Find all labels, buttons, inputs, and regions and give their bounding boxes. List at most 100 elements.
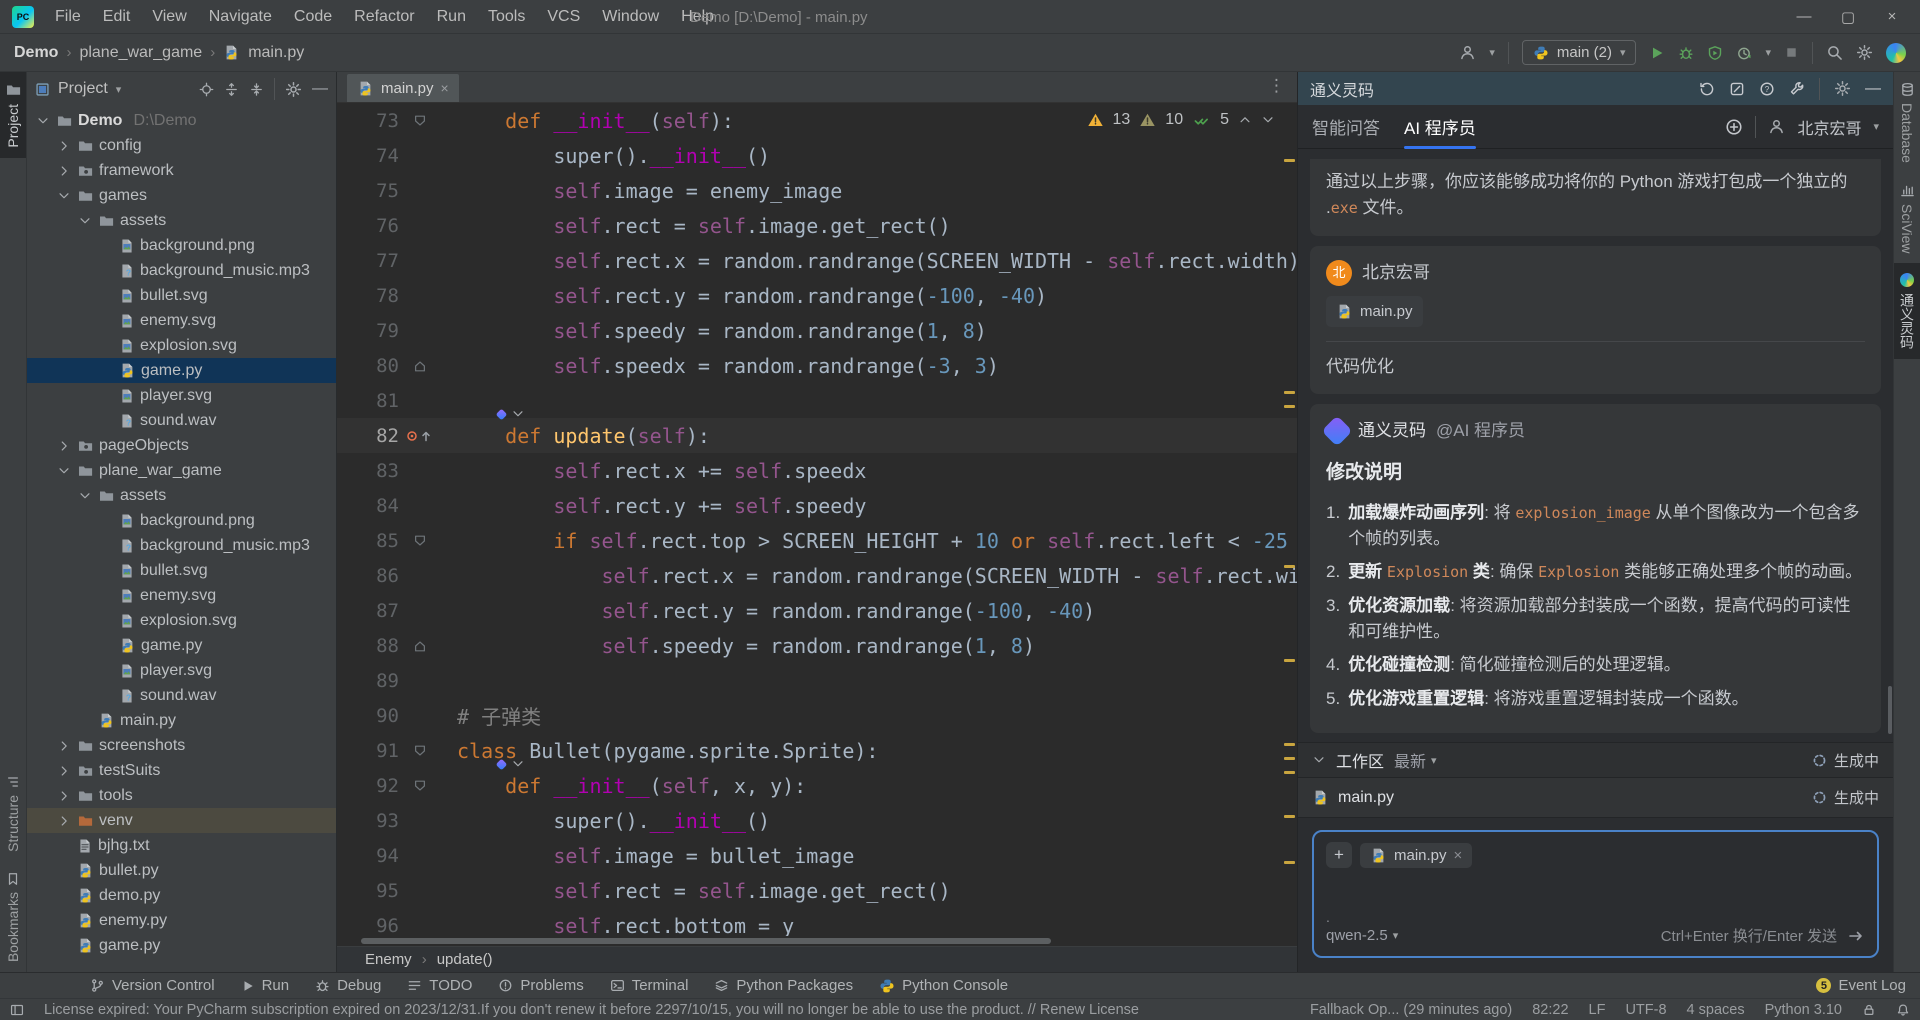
- menu-refactor[interactable]: Refactor: [343, 0, 425, 34]
- chevron-down-icon[interactable]: [35, 114, 51, 128]
- tool-button-todo[interactable]: TODO: [407, 977, 472, 994]
- tree-item-bjhg-txt[interactable]: bjhg.txt: [27, 833, 336, 858]
- editor-tab-main-py[interactable]: main.py ×: [347, 74, 459, 102]
- code-line-78[interactable]: 78 self.rect.y = random.randrange(-100, …: [337, 278, 1297, 313]
- lock-icon[interactable]: [1862, 1003, 1876, 1017]
- tree-item-player-svg[interactable]: player.svg: [27, 658, 336, 683]
- panel-scrollbar[interactable]: [1888, 686, 1892, 734]
- code-line-91[interactable]: 91class Bullet(pygame.sprite.Sprite):: [337, 733, 1297, 768]
- code-line-87[interactable]: 87 self.rect.y = random.randrange(-100, …: [337, 593, 1297, 628]
- debug-button[interactable]: [1678, 45, 1694, 61]
- collapse-all-icon[interactable]: [249, 82, 264, 97]
- code-line-86[interactable]: 86 self.rect.x = random.randrange(SCREEN…: [337, 558, 1297, 593]
- event-log-button[interactable]: 5 Event Log: [1816, 977, 1906, 994]
- line-number[interactable]: 94: [337, 845, 403, 867]
- minimize-button[interactable]: —: [1782, 0, 1826, 34]
- tree-item-player-svg[interactable]: player.svg: [27, 383, 336, 408]
- line-number[interactable]: 90: [337, 705, 403, 727]
- tree-item-bullet-svg[interactable]: bullet.svg: [27, 283, 336, 308]
- fold-down-icon[interactable]: [403, 114, 437, 128]
- tree-item-game-py[interactable]: game.py: [27, 933, 336, 958]
- menu-navigate[interactable]: Navigate: [198, 0, 283, 34]
- tree-item-enemy-svg[interactable]: enemy.svg: [27, 308, 336, 333]
- tool-tab-bookmarks[interactable]: Bookmarks: [0, 862, 26, 972]
- project-view-dropdown[interactable]: ▾: [116, 83, 122, 96]
- tool-button-version-control[interactable]: Version Control: [90, 977, 215, 994]
- chevron-right-icon[interactable]: [56, 164, 72, 178]
- code-line-81[interactable]: 81: [337, 383, 1297, 418]
- tree-item-background-music-mp3[interactable]: ?background_music.mp3: [27, 258, 336, 283]
- chevron-down-icon[interactable]: [56, 189, 72, 203]
- line-number[interactable]: 75: [337, 180, 403, 202]
- code-line-84[interactable]: 84 self.rect.y += self.speedy: [337, 488, 1297, 523]
- line-number[interactable]: 93: [337, 810, 403, 832]
- tree-item-bullet-svg[interactable]: bullet.svg: [27, 558, 336, 583]
- code-line-88[interactable]: 88 self.speedy = random.randrange(1, 8): [337, 628, 1297, 663]
- prev-problem-icon[interactable]: [1238, 113, 1252, 127]
- tree-item-config[interactable]: config: [27, 133, 336, 158]
- tool-button-problems[interactable]: Problems: [498, 977, 583, 994]
- code-line-94[interactable]: 94 self.image = bullet_image: [337, 838, 1297, 873]
- new-chat-icon[interactable]: [1729, 81, 1745, 97]
- code-editor[interactable]: 13 10 5 73 def __init__(self):74 super()…: [337, 103, 1297, 936]
- line-number[interactable]: 77: [337, 250, 403, 272]
- assistant-settings-icon[interactable]: [1834, 80, 1851, 97]
- close-tab-icon[interactable]: ×: [441, 80, 449, 96]
- add-context-button[interactable]: +: [1326, 842, 1352, 868]
- code-line-82[interactable]: 82 def update(self):: [337, 418, 1297, 453]
- tree-item-main-py[interactable]: main.py: [27, 708, 336, 733]
- tree-item-screenshots[interactable]: screenshots: [27, 733, 336, 758]
- lingma-inline-action[interactable]: [495, 757, 525, 771]
- breadcrumb-item[interactable]: plane_war_game: [79, 44, 202, 62]
- breadcrumb-item[interactable]: update(): [437, 951, 493, 968]
- line-number[interactable]: 86: [337, 565, 403, 587]
- line-number[interactable]: 89: [337, 670, 403, 692]
- tree-item-demo[interactable]: DemoD:\Demo: [27, 108, 336, 133]
- license-message[interactable]: License expired: Your PyCharm subscripti…: [44, 1002, 1139, 1018]
- workspace-bar[interactable]: 工作区 最新▾ 生成中: [1298, 742, 1893, 778]
- code-line-76[interactable]: 76 self.rect = self.image.get_rect(): [337, 208, 1297, 243]
- tree-item-venv[interactable]: venv: [27, 808, 336, 833]
- breadcrumb-item[interactable]: Enemy: [365, 951, 412, 968]
- line-separator[interactable]: LF: [1589, 1002, 1606, 1018]
- editor-options-icon[interactable]: ⋮: [1268, 76, 1297, 102]
- tool-button-python-packages[interactable]: Python Packages: [714, 977, 853, 994]
- tree-item-demo-py[interactable]: demo.py: [27, 883, 336, 908]
- line-number[interactable]: 96: [337, 915, 403, 937]
- line-number[interactable]: 80: [337, 355, 403, 377]
- model-select[interactable]: qwen-2.5▾: [1326, 927, 1398, 944]
- search-everywhere-icon[interactable]: [1826, 44, 1843, 61]
- breadcrumb-item[interactable]: main.py: [248, 44, 304, 62]
- chevron-down-icon[interactable]: [77, 214, 93, 228]
- tool-button-python-console[interactable]: Python Console: [879, 977, 1008, 994]
- profiler-button[interactable]: [1736, 45, 1752, 61]
- indent-setting[interactable]: 4 spaces: [1687, 1002, 1745, 1018]
- maximize-button[interactable]: ▢: [1826, 0, 1870, 34]
- fold-up-icon[interactable]: [403, 639, 437, 653]
- menu-tools[interactable]: Tools: [477, 0, 536, 34]
- tree-item-plane-war-game[interactable]: plane_war_game: [27, 458, 336, 483]
- menu-run[interactable]: Run: [426, 0, 477, 34]
- send-arrow-icon[interactable]: [1847, 928, 1865, 944]
- tool-tab-lingma[interactable]: 通义灵码: [1894, 263, 1920, 359]
- tree-item-game-py[interactable]: game.py: [27, 633, 336, 658]
- menu-vcs[interactable]: VCS: [536, 0, 591, 34]
- new-session-plus-icon[interactable]: [1725, 118, 1743, 136]
- tree-item-testsuits[interactable]: testSuits: [27, 758, 336, 783]
- line-number[interactable]: 95: [337, 880, 403, 902]
- chevron-down-icon[interactable]: [56, 464, 72, 478]
- sort-dropdown[interactable]: 最新▾: [1394, 748, 1437, 772]
- override-marker-icon[interactable]: [403, 428, 437, 444]
- line-number[interactable]: 83: [337, 460, 403, 482]
- code-line-96[interactable]: 96 self.rect.bottom = y: [337, 908, 1297, 936]
- code-line-83[interactable]: 83 self.rect.x += self.speedx: [337, 453, 1297, 488]
- user-icon[interactable]: [1459, 44, 1476, 61]
- tree-item-game-py[interactable]: game.py: [27, 358, 336, 383]
- chevron-right-icon[interactable]: [56, 789, 72, 803]
- tree-item-enemy-py[interactable]: enemy.py: [27, 908, 336, 933]
- code-line-74[interactable]: 74 super().__init__(): [337, 138, 1297, 173]
- tool-button-run[interactable]: Run: [241, 977, 290, 994]
- code-line-79[interactable]: 79 self.speedy = random.randrange(1, 8): [337, 313, 1297, 348]
- tree-item-bullet-py[interactable]: bullet.py: [27, 858, 336, 883]
- tool-tab-structure[interactable]: Structure: [0, 765, 26, 862]
